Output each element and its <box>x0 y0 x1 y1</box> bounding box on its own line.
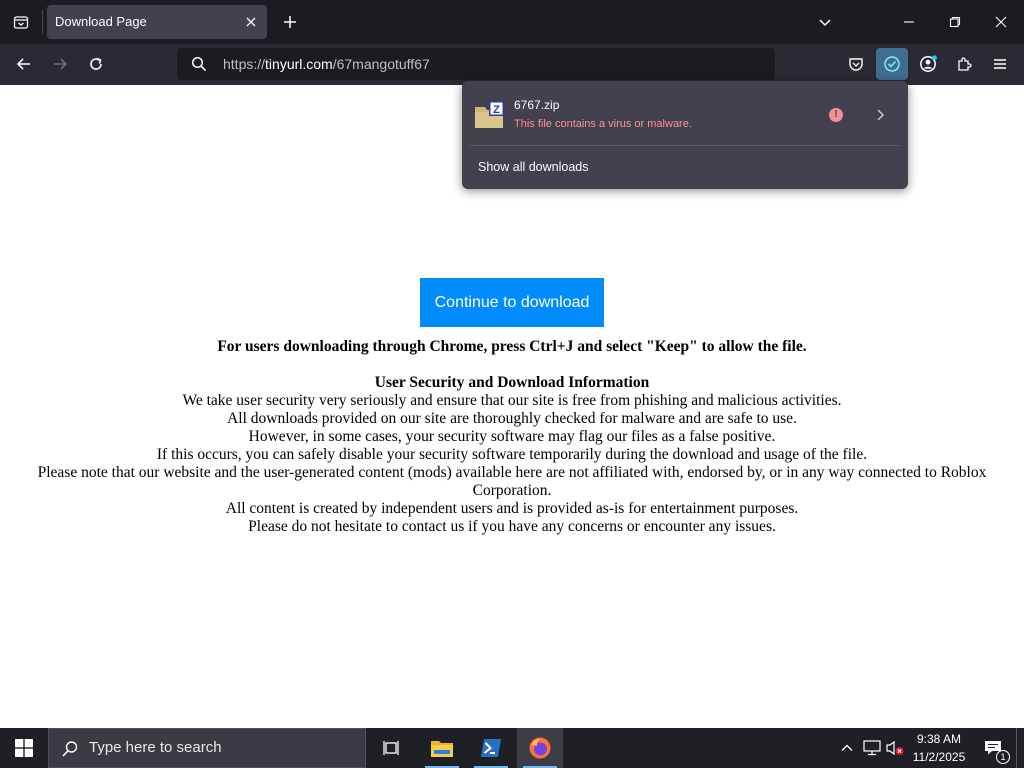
puzzle-icon <box>958 57 972 71</box>
hamburger-menu-icon <box>994 59 1006 69</box>
tab-separator <box>42 10 43 34</box>
downloads-button[interactable] <box>876 48 908 80</box>
tab-overflow-button[interactable] <box>808 0 842 44</box>
task-view-button[interactable] <box>369 728 415 768</box>
tab-title: Download Page <box>55 14 147 29</box>
url-path: /67mangotuff67 <box>332 56 430 72</box>
reload-button[interactable] <box>80 48 112 80</box>
downloads-panel: Z 6767.zip This file contains a virus or… <box>462 81 908 189</box>
task-view-icon <box>383 741 399 755</box>
close-window-button[interactable] <box>978 0 1024 44</box>
url-scheme: https:// <box>223 56 266 72</box>
search-icon <box>191 56 207 72</box>
network-icon <box>863 740 881 756</box>
firefox-icon <box>529 737 551 759</box>
pocket-icon <box>849 58 863 71</box>
taskbar-clock[interactable]: 9:38 AM 11/2/2025 <box>906 730 972 766</box>
taskbar-app-firefox[interactable] <box>517 728 563 768</box>
svg-text:Z: Z <box>493 104 500 116</box>
panel-divider <box>470 145 900 146</box>
restore-button[interactable] <box>932 0 978 44</box>
download-file-name: 6767.zip <box>514 98 560 112</box>
chrome-notice: For users downloading through Chrome, pr… <box>0 338 1024 356</box>
taskbar-search-box[interactable]: Type here to search <box>48 728 366 768</box>
file-explorer-icon <box>431 741 453 757</box>
chevron-down-icon <box>819 19 831 27</box>
show-all-downloads-button[interactable]: Show all downloads <box>470 151 900 183</box>
powershell-icon <box>481 739 501 757</box>
show-desktop-button[interactable] <box>1016 728 1024 768</box>
info-line: If this occurs, you can safely disable y… <box>156 446 868 463</box>
new-tab-button[interactable] <box>274 0 306 44</box>
download-status: This file contains a virus or malware. <box>514 118 692 130</box>
clock-time: 9:38 AM <box>916 732 962 746</box>
taskbar-app-file-explorer[interactable] <box>419 728 465 768</box>
url-host: tinyurl.com <box>265 56 333 72</box>
tab-list-icon <box>13 16 29 29</box>
url-text[interactable]: https://tinyurl.com/67mangotuff67 <box>223 48 430 80</box>
app-menu-button[interactable] <box>984 48 1016 80</box>
close-icon <box>246 17 256 27</box>
notification-count-badge: 1 <box>996 750 1010 764</box>
chevron-up-icon <box>841 744 853 751</box>
download-details-button[interactable] <box>872 107 888 123</box>
show-all-downloads-label: Show all downloads <box>478 160 589 174</box>
tab-strip: Download Page <box>0 0 1024 44</box>
show-hidden-icons-button[interactable] <box>836 728 858 768</box>
windows-logo-icon <box>15 739 33 757</box>
nav-toolbar: https://tinyurl.com/67mangotuff67 <box>0 44 1024 85</box>
taskbar-search-placeholder: Type here to search <box>89 739 222 756</box>
restore-icon <box>949 16 961 28</box>
forward-button[interactable] <box>44 48 76 80</box>
volume-muted-icon <box>886 740 904 756</box>
info-line: We take user security very seriously and… <box>182 392 842 409</box>
pocket-button[interactable] <box>840 48 872 80</box>
zip-file-icon: Z <box>475 101 504 128</box>
chrome-notice-text: For users downloading through Chrome, pr… <box>217 338 807 355</box>
download-complete-icon <box>884 56 900 72</box>
info-line: Please do not hesitate to contact us if … <box>248 518 776 535</box>
network-button[interactable] <box>860 728 884 768</box>
info-line: All downloads provided on our site are t… <box>227 410 797 427</box>
close-icon <box>995 16 1007 28</box>
info-line: Please note that our website and the use… <box>37 464 987 499</box>
search-icon <box>62 741 78 757</box>
clock-date: 11/2/2025 <box>912 750 966 764</box>
tab-close-button[interactable] <box>243 14 259 30</box>
minimize-icon <box>904 21 914 23</box>
tab-download-page[interactable]: Download Page <box>47 5 267 39</box>
volume-button[interactable] <box>884 728 906 768</box>
account-button[interactable] <box>912 48 944 80</box>
extensions-button[interactable] <box>948 48 980 80</box>
account-icon <box>920 55 937 72</box>
chevron-right-icon <box>877 109 884 121</box>
security-info: User Security and Download Information W… <box>0 374 1024 536</box>
windows-taskbar: Type here to search 9:38 AM 11/2/2025 1 <box>0 728 1024 768</box>
reload-icon <box>90 57 102 70</box>
info-line: All content is created by independent us… <box>225 500 799 517</box>
continue-download-button[interactable]: Continue to download <box>420 278 604 327</box>
plus-icon <box>284 16 296 28</box>
taskbar-app-powershell[interactable] <box>468 728 514 768</box>
info-heading: User Security and Download Information <box>374 374 650 391</box>
download-item[interactable]: Z 6767.zip This file contains a virus or… <box>470 87 900 143</box>
list-all-tabs-button[interactable] <box>4 0 38 44</box>
address-bar[interactable]: https://tinyurl.com/67mangotuff67 <box>177 48 775 80</box>
arrow-right-icon <box>54 58 68 70</box>
arrow-left-icon <box>16 58 30 70</box>
info-line: However, in some cases, your security so… <box>248 428 776 445</box>
back-button[interactable] <box>8 48 40 80</box>
minimize-button[interactable] <box>886 0 932 44</box>
warning-icon: ! <box>829 108 843 122</box>
start-button[interactable] <box>0 728 48 768</box>
